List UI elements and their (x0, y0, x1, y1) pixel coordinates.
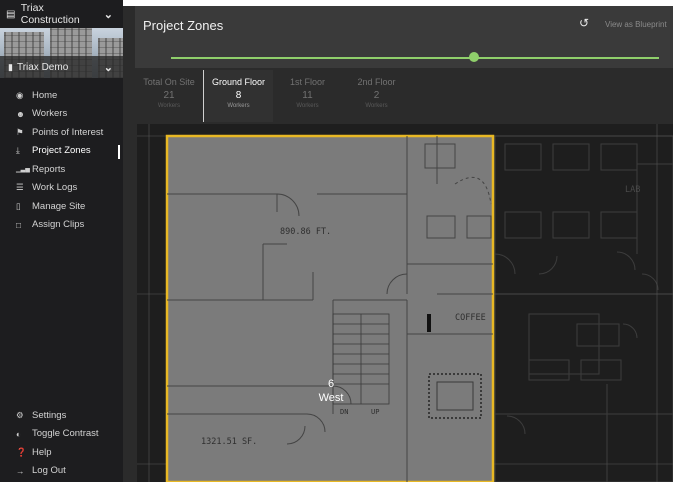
tab-name: Ground Floor (211, 77, 266, 87)
sidebar-item-manage-site[interactable]: ▯ Manage Site (0, 197, 123, 216)
site-selector[interactable]: ▮ Triax Demo ⌄ (0, 56, 123, 78)
tab-name: 2nd Floor (357, 77, 396, 87)
contrast-icon: ◐ (16, 428, 22, 439)
sidebar-bottom-nav: ⚙ Settings ◐ Toggle Contrast ❓ Help → Log Out (0, 406, 123, 480)
tab-count: 11 (302, 90, 313, 101)
user-icon: ☻ (16, 108, 25, 119)
tab-count: 21 (163, 90, 175, 101)
download-icon: ⤓ (16, 145, 20, 156)
tab-total-on-site[interactable]: Total On Site 21 Workers (135, 70, 204, 122)
sidebar: ▤ Triax Construction ⌄ ▮ Triax Demo ⌄ ◉ H… (0, 0, 123, 482)
tab-1st-floor[interactable]: 1st Floor 11 Workers (273, 70, 342, 122)
time-slider-thumb[interactable] (468, 52, 479, 62)
sidebar-item-label: Workers (32, 108, 68, 120)
document-icon: ▯ (16, 200, 21, 211)
log-icon: ☰ (16, 182, 24, 193)
sidebar-item-label: Log Out (32, 465, 66, 477)
tab-ground-floor[interactable]: Ground Floor 8 Workers (204, 70, 273, 122)
sidebar-item-label: Work Logs (32, 182, 78, 194)
flag-icon: ⚑ (16, 126, 24, 137)
sidebar-item-assign-clips[interactable]: □ Assign Clips (0, 216, 123, 235)
org-name: Triax Construction (20, 2, 80, 26)
history-icon[interactable]: ↺ (577, 16, 591, 30)
organization-icon: ▤ (6, 8, 16, 20)
tab-name: 1st Floor (289, 77, 325, 87)
app-root: ▤ Triax Construction ⌄ ▮ Triax Demo ⌄ ◉ H… (0, 0, 673, 482)
area-label-lower: 1321.51 SF. (201, 437, 257, 447)
clipboard-icon: □ (16, 219, 22, 230)
sidebar-item-reports[interactable]: ▁▃▅ Reports (0, 160, 123, 179)
lab-label: LAB (625, 185, 640, 195)
site-name: Triax Demo (16, 61, 69, 73)
blueprint-drawing: 890.86 FT. 1321.51 SF. COFFEE LAB DN UP … (137, 124, 673, 482)
stair-down-label: DN (340, 408, 348, 416)
sidebar-item-log-out[interactable]: → Log Out (0, 462, 123, 481)
sidebar-item-project-zones[interactable]: ⤓ Project Zones (0, 142, 123, 161)
sidebar-item-label: Manage Site (32, 200, 86, 212)
zone-name: West (319, 392, 344, 404)
logout-icon: → (16, 465, 25, 476)
zones-header: Project Zones ↺ View as Blueprint (135, 6, 673, 68)
sidebar-item-label: Home (32, 89, 58, 101)
sidebar-item-label: Assign Clips (32, 219, 85, 231)
sidebar-nav: ◉ Home ☻ Workers ⚑ Points of Interest ⤓ Project… (0, 86, 123, 234)
main-panel: Project Zones ↺ View as Blueprint Total … (123, 0, 673, 482)
sidebar-item-settings[interactable]: ⚙ Settings (0, 406, 123, 425)
zone-west-highlight (165, 134, 495, 482)
sidebar-item-label: Reports (32, 163, 66, 175)
sidebar-item-label: Toggle Contrast (32, 428, 99, 440)
tab-count: 8 (235, 90, 242, 101)
sidebar-item-workers[interactable]: ☻ Workers (0, 105, 123, 124)
chevron-down-icon[interactable]: ⌄ (104, 61, 113, 74)
page-title: Project Zones (143, 18, 224, 33)
sidebar-item-work-logs[interactable]: ☰ Work Logs (0, 179, 123, 198)
help-icon: ❓ (16, 446, 27, 457)
sidebar-item-label: Settings (32, 409, 67, 421)
gears-icon: ⚙ (16, 409, 24, 420)
tab-unit: Workers (157, 103, 181, 109)
tab-unit: Workers (227, 103, 250, 109)
document-icon: ▮ (8, 61, 13, 72)
time-slider-track[interactable] (171, 57, 659, 59)
tab-unit: Workers (365, 103, 388, 109)
org-selector[interactable]: ▤ Triax Construction ⌄ (0, 0, 123, 28)
tab-unit: Workers (296, 103, 319, 109)
sidebar-item-help[interactable]: ❓ Help (0, 443, 123, 462)
tab-name: Total On Site (143, 77, 195, 87)
chevron-down-icon[interactable]: ⌄ (104, 8, 113, 21)
active-indicator (118, 144, 120, 159)
blueprint-canvas[interactable]: 890.86 FT. 1321.51 SF. COFFEE LAB DN UP … (137, 124, 673, 482)
sidebar-item-label: Points of Interest (32, 126, 104, 138)
floor-tabs: Total On Site 21 Workers Ground Floor 8 Worke… (135, 70, 415, 122)
bar-chart-icon: ▁▃▅ (16, 166, 30, 173)
tab-2nd-floor[interactable]: 2nd Floor 2 Workers (342, 70, 411, 122)
sidebar-item-label: Project Zones (32, 145, 91, 157)
dashboard-icon: ◉ (16, 89, 24, 100)
sidebar-item-label: Help (32, 446, 52, 458)
tab-count: 2 (373, 90, 380, 101)
area-label-upper: 890.86 FT. (280, 227, 331, 237)
stair-up-label: UP (371, 408, 379, 416)
coffee-label: COFFEE (455, 313, 486, 323)
sidebar-item-points-of-interest[interactable]: ⚑ Points of Interest (0, 123, 123, 142)
zone-worker-count: 6 (328, 378, 334, 390)
sidebar-item-toggle-contrast[interactable]: ◐ Toggle Contrast (0, 425, 123, 444)
view-as-blueprint-select[interactable]: View as Blueprint (605, 20, 667, 29)
sidebar-item-home[interactable]: ◉ Home (0, 86, 123, 105)
